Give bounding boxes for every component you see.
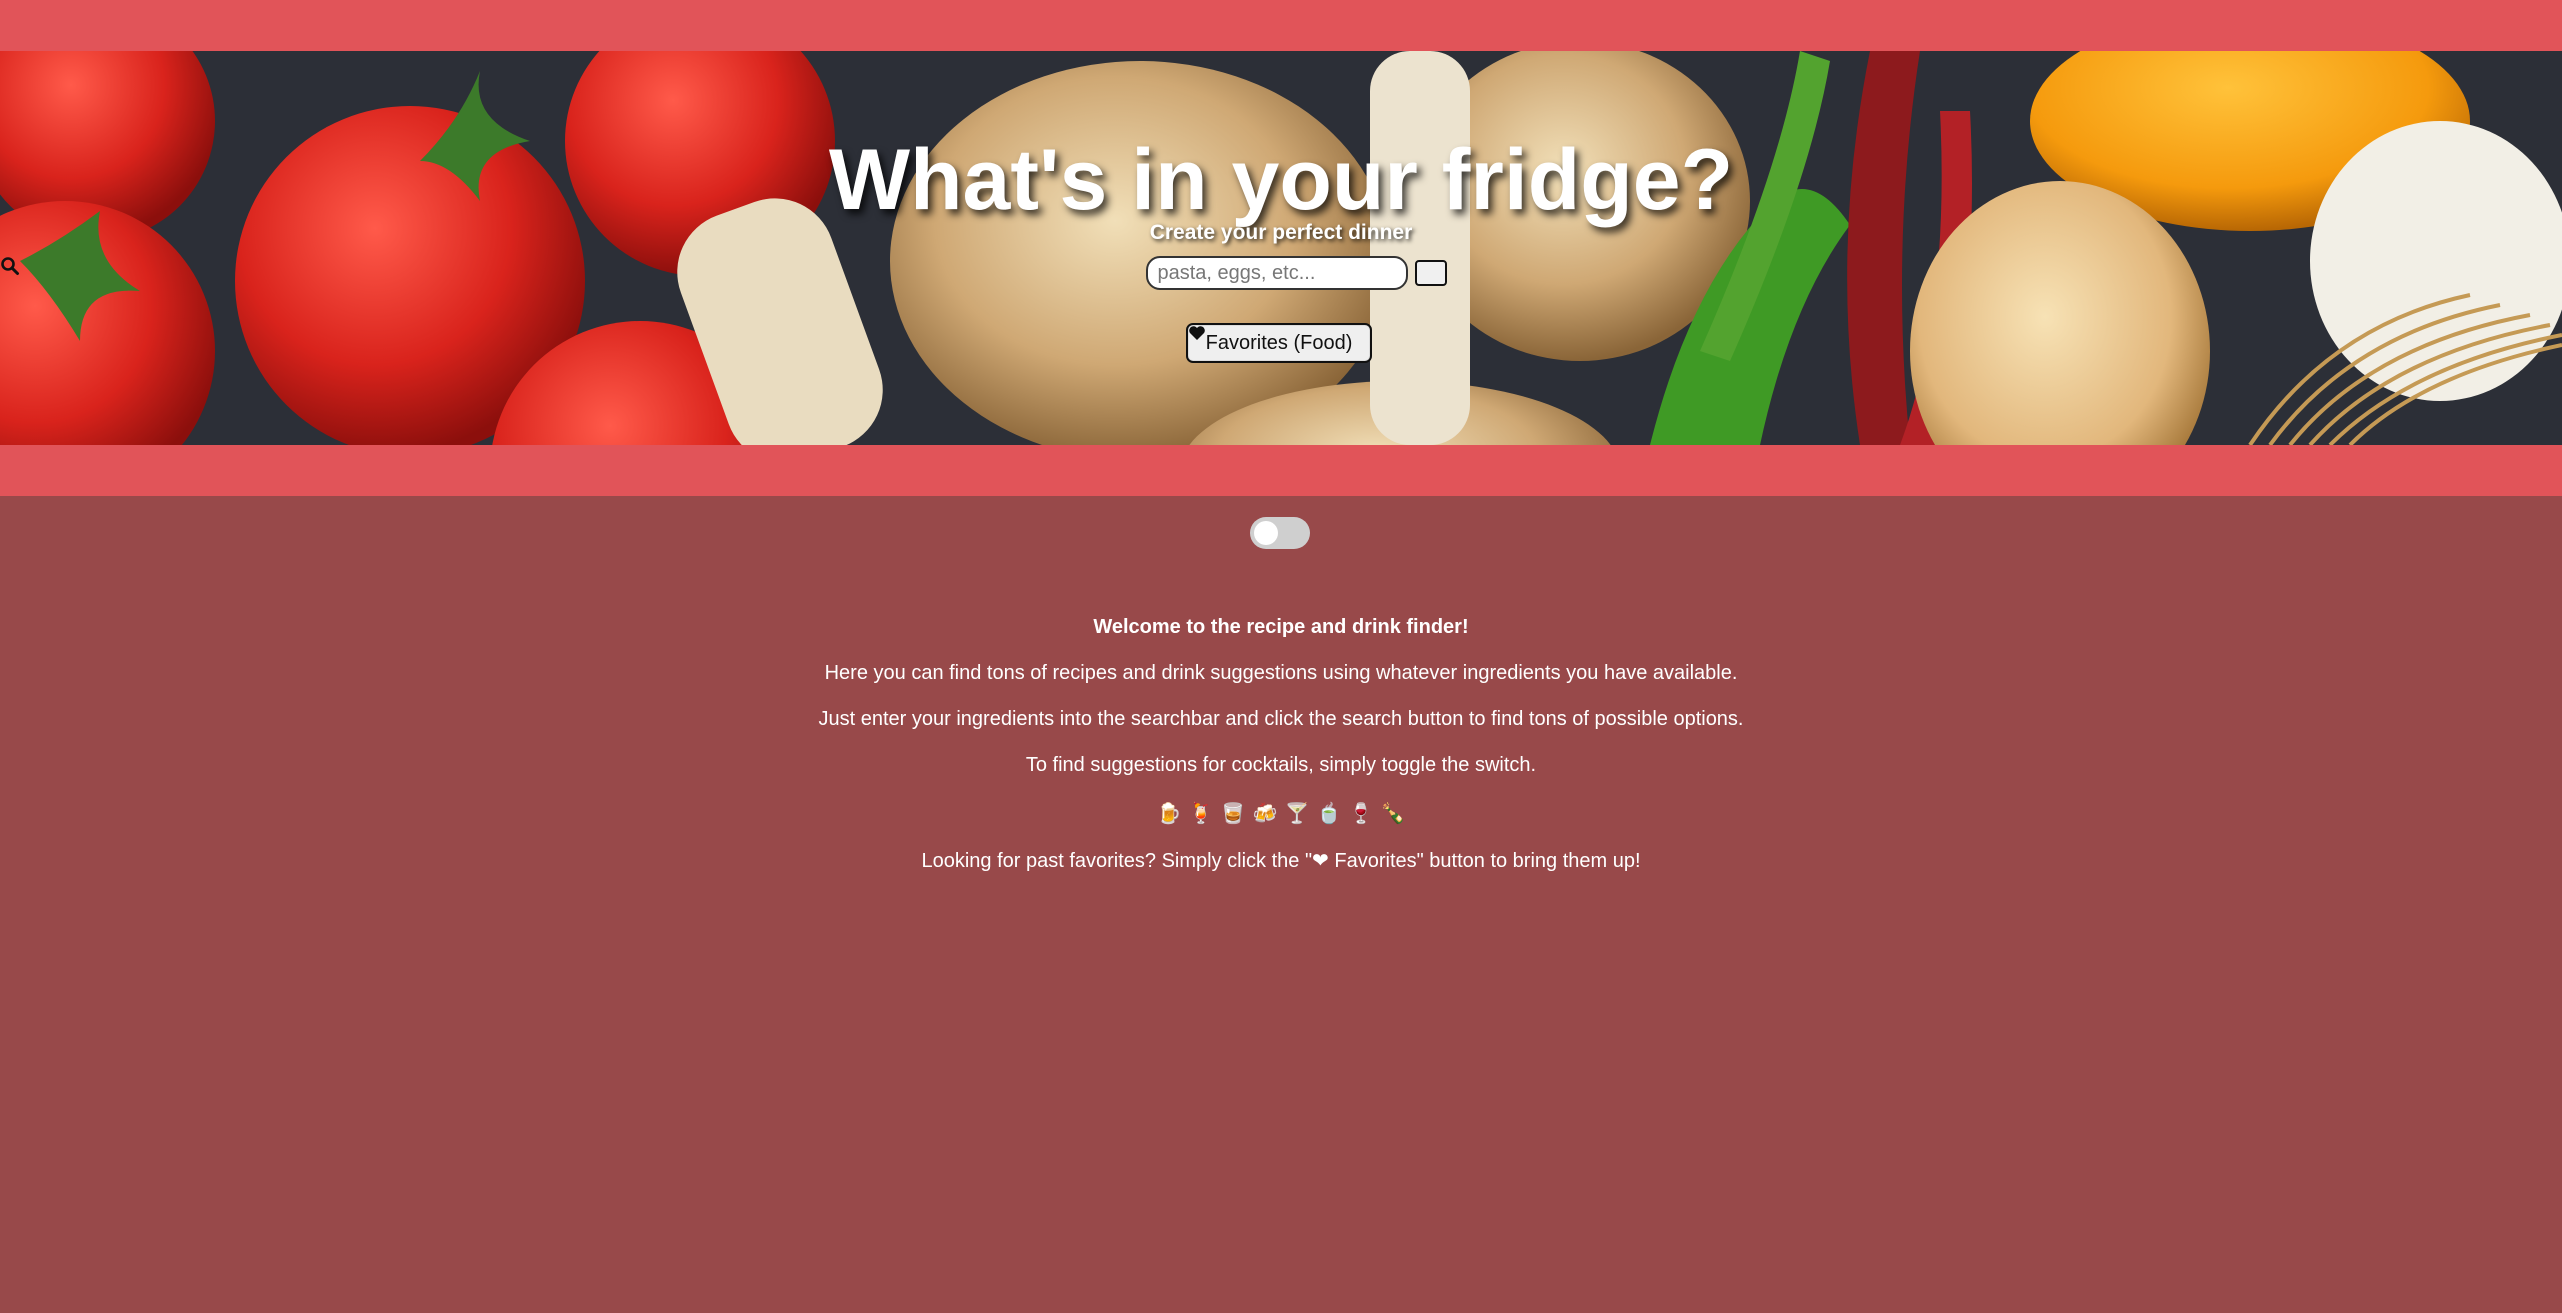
intro-line-3: To find suggestions for cocktails, simpl… — [1025, 754, 1537, 776]
teacup-icon: 🍵 — [1316, 802, 1342, 825]
heart-icon — [1189, 326, 1205, 340]
favorites-button[interactable]: Favorites (Food) — [1186, 323, 1372, 363]
toggle-knob — [1254, 521, 1278, 545]
cocktail-glass-icon: 🍸 — [1284, 802, 1310, 825]
intro-section: Welcome to the recipe and drink finder! … — [0, 604, 2562, 884]
top-accent-band — [0, 0, 2562, 51]
favorites-button-label: Favorites (Food) — [1205, 331, 1353, 354]
ingredient-search-input[interactable] — [1145, 256, 1408, 290]
search-button[interactable] — [1, 257, 1447, 286]
search-icon — [1, 257, 19, 275]
wine-glass-icon: 🍷 — [1348, 802, 1374, 825]
search-bar — [0, 256, 2562, 290]
cocktail-mode-toggle[interactable] — [1250, 517, 1310, 549]
clinking-beers-icon: 🍻 — [1252, 802, 1278, 825]
beer-icon: 🍺 — [1156, 802, 1182, 825]
welcome-heading: Welcome to the recipe and drink finder! — [1093, 616, 1469, 638]
intro-line-1: Here you can find tons of recipes and dr… — [824, 662, 1738, 684]
intro-line-4: Looking for past favorites? Simply click… — [921, 850, 1641, 872]
champagne-bottle-icon: 🍾 — [1380, 802, 1406, 825]
intro-line-2: Just enter your ingredients into the sea… — [818, 708, 1744, 730]
hero-banner: What's in your fridge? Create your perfe… — [0, 51, 2562, 445]
vegetables-background-image — [0, 51, 2562, 445]
page-title: What's in your fridge? — [828, 132, 1734, 228]
drink-emoji-row: 🍺 🍹 🥃 🍻 🍸 🍵 🍷 🍾 — [0, 788, 2562, 838]
page-subtitle: Create your perfect dinner — [1149, 221, 1413, 244]
bottom-accent-band — [0, 445, 2562, 496]
tumbler-glass-icon: 🥃 — [1220, 802, 1246, 825]
tropical-drink-icon: 🍹 — [1188, 802, 1214, 825]
